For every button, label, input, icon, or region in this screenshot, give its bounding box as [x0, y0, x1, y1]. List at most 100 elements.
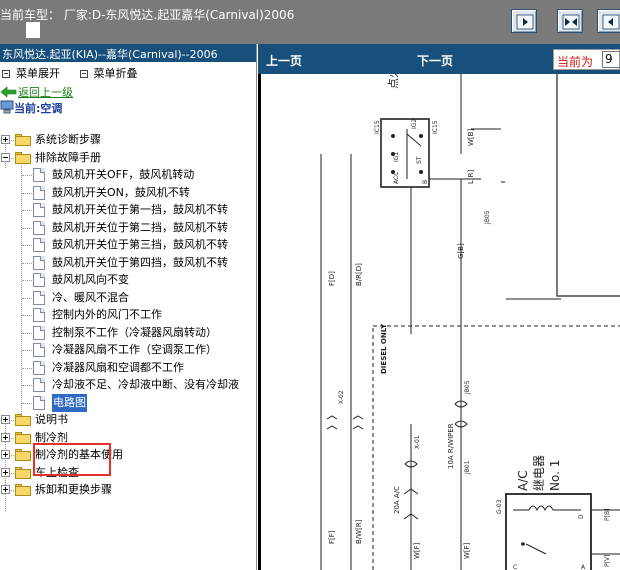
document-icon — [33, 238, 45, 252]
pin-acc: ACC — [393, 172, 400, 184]
fuse-20a: 20A A/C — [393, 486, 401, 514]
expand-node-icon[interactable] — [1, 468, 10, 477]
expand-all-label: 菜单展开 — [16, 67, 60, 80]
folder-icon — [15, 134, 31, 146]
expand-node-icon[interactable] — [1, 135, 10, 144]
pin-a: A — [581, 564, 586, 570]
collapse-all-menu[interactable]: 菜单折叠 — [79, 65, 138, 81]
document-icon — [33, 256, 45, 270]
conn-ic15: IC15 — [374, 120, 381, 134]
tree-item-label: 排除故障手册 — [35, 151, 101, 164]
tree-item[interactable]: 鼓风机风向不变 — [0, 271, 256, 289]
conn-ic15-b: IC15 — [432, 120, 439, 134]
ac-relay-label-3: No. 1 — [548, 460, 562, 491]
expand-node-icon[interactable] — [1, 415, 10, 424]
nav-next-button[interactable] — [511, 9, 537, 33]
top-header-bar: 当前车型： 厂家:D-东风悦达.起亚嘉华(Carnival)2006 — [0, 0, 620, 44]
conn-jb05-b: JB05 — [464, 380, 471, 395]
pin-ig1: IG1 — [393, 152, 400, 162]
category-tree: 系统诊断步骤排除故障手册鼓风机开关OFF，鼓风机转动鼓风机开关ON，鼓风机不转鼓… — [0, 131, 256, 551]
conn-g03: G-03 — [496, 499, 503, 514]
tree-item[interactable]: 电路图 — [0, 394, 256, 412]
tree-item[interactable]: 排除故障手册 — [0, 149, 256, 167]
document-icon — [33, 326, 45, 340]
conn-jb01: JB01 — [464, 460, 471, 475]
tree-item[interactable]: 控制泵不工作（冷凝器风扇转动） — [0, 324, 256, 342]
current-section-label: 当前:空调 — [14, 102, 63, 115]
tree-item-label: 冷凝器风扇不工作（空调泵工作） — [52, 343, 217, 356]
wire-wf: W[F] — [413, 542, 421, 559]
collapse-icon — [79, 70, 88, 78]
tree-item-label: 说明书 — [35, 413, 68, 426]
tree-item[interactable]: 冷却液不足、冷却液中断、没有冷却液 — [0, 376, 256, 394]
collapse-node-icon[interactable] — [1, 153, 10, 162]
document-icon — [33, 186, 45, 200]
nav-collapse-button[interactable] — [557, 9, 583, 33]
ac-relay-label-1: A/C — [516, 470, 530, 491]
conn-x01: X-01 — [414, 435, 421, 449]
tree-item-label: 拆卸和更换步骤 — [35, 483, 112, 496]
tree-item-label: 鼓风机开关位于第二挡，鼓风机不转 — [52, 221, 228, 234]
computer-icon — [0, 100, 14, 114]
wire-br-d: B/R[D] — [355, 263, 363, 286]
pin-ig2: IG2 — [411, 119, 418, 129]
document-icon — [33, 343, 45, 357]
selected-item-label: 电路图 — [52, 394, 87, 412]
document-icon — [33, 308, 45, 322]
wire-f: F[D] — [328, 271, 336, 286]
fuse-10a: 10A R/WIPER — [447, 423, 455, 469]
play-left-icon — [602, 14, 620, 30]
tree-item-label: 控制泵不工作（冷凝器风扇转动） — [52, 326, 217, 339]
tree-item[interactable]: 说明书 — [0, 411, 256, 429]
tree-item-label: 控制内外的风门不工作 — [52, 308, 162, 321]
vehicle-indicator-box — [26, 22, 40, 38]
folder-icon — [15, 484, 31, 496]
tree-item[interactable]: 拆卸和更换步骤 — [0, 481, 256, 499]
tree-item[interactable]: 冷、暖风不混合 — [0, 289, 256, 307]
expand-node-icon[interactable] — [1, 433, 10, 442]
expand-all-menu[interactable]: 菜单展开 — [2, 65, 60, 81]
expand-node-icon[interactable] — [1, 450, 10, 459]
folder-icon — [15, 414, 31, 426]
play-right-icon — [516, 14, 534, 30]
tree-item-label: 冷却液不足、冷却液中断、没有冷却液 — [52, 378, 239, 391]
tree-item[interactable]: 鼓风机开关位于第二挡，鼓风机不转 — [0, 219, 256, 237]
document-icon — [33, 378, 45, 392]
tree-item-label: 鼓风机开关位于第一挡，鼓风机不转 — [52, 203, 228, 216]
tree-item-label: 鼓风机开关ON，鼓风机不转 — [52, 186, 190, 199]
pin-d: D — [578, 514, 585, 519]
document-icon — [33, 396, 45, 410]
wire-wb: W[B] — [467, 129, 475, 146]
tree-item[interactable]: 控制内外的风门不工作 — [0, 306, 256, 324]
conn-x02: X-02 — [338, 390, 345, 404]
tree-item[interactable]: 鼓风机开关ON，鼓风机不转 — [0, 184, 256, 202]
wire-lr: L[R] — [467, 170, 475, 184]
folder-icon — [15, 467, 31, 479]
tree-item[interactable]: 鼓风机开关位于第一挡，鼓风机不转 — [0, 201, 256, 219]
tree-item[interactable]: 鼓风机开关位于第三挡，鼓风机不转 — [0, 236, 256, 254]
pin-b: B — [422, 180, 429, 184]
sidebar-title: 东风悦达.起亚(KIA)--嘉华(Carnival)--2006 — [0, 44, 256, 62]
collapse-all-label: 菜单折叠 — [93, 67, 138, 80]
page-number-field[interactable]: 9 — [602, 51, 620, 68]
viewer-toolbar: 上一页 下一页 当前为 9 — [258, 44, 620, 74]
nav-prev-button[interactable] — [597, 9, 620, 33]
expand-node-icon[interactable] — [1, 485, 10, 494]
next-page-link[interactable]: 下一页 — [417, 52, 453, 69]
tree-item[interactable]: 鼓风机开关位于第四挡，鼓风机不转 — [0, 254, 256, 272]
wiring-diagram-svg: IG2 IG1 ST ACC B 点火开 IC15 IC15 L[R] W[B]… — [320, 74, 620, 570]
tree-item[interactable]: 系统诊断步骤 — [0, 131, 256, 149]
ac-relay-label-2: 继电器 — [532, 455, 546, 491]
prev-page-link[interactable]: 上一页 — [266, 52, 302, 69]
tree-item[interactable]: 冷凝器风扇和空调都不工作 — [0, 359, 256, 377]
tree-item[interactable]: 鼓风机开关OFF，鼓风机转动 — [0, 166, 256, 184]
folder-icon — [15, 432, 31, 444]
current-vehicle-label: 当前车型： 厂家:D-东风悦达.起亚嘉华(Carnival)2006 — [0, 8, 295, 22]
tree-item[interactable]: 冷凝器风扇不工作（空调泵工作） — [0, 341, 256, 359]
document-icon — [33, 273, 45, 287]
document-icon — [33, 361, 45, 375]
document-icon — [33, 168, 45, 182]
back-link[interactable]: 返回上一级 — [0, 84, 256, 100]
current-page-label: 当前为 — [557, 55, 594, 69]
tree-item-label: 冷凝器风扇和空调都不工作 — [52, 361, 184, 374]
